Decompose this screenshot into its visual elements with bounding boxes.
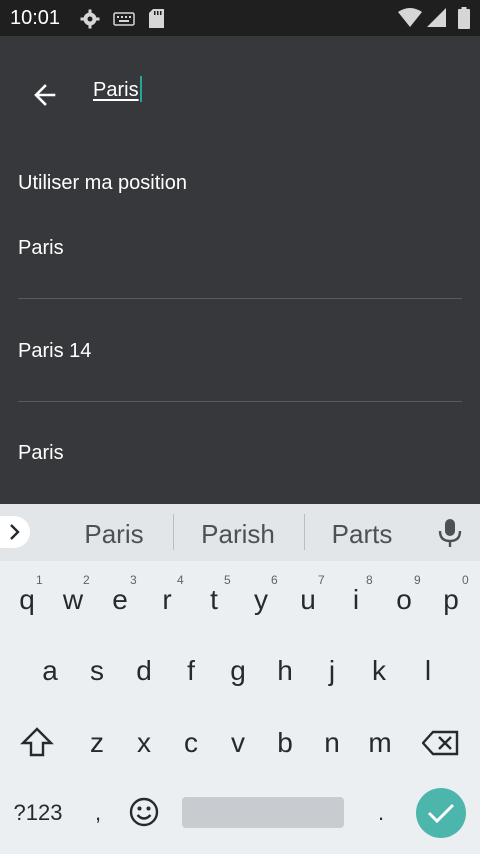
key-c[interactable]: c bbox=[171, 727, 211, 759]
settings-icon bbox=[80, 9, 100, 34]
key-hint: 9 bbox=[414, 573, 421, 587]
key-j[interactable]: j bbox=[312, 655, 352, 687]
key-o[interactable]: o bbox=[384, 584, 424, 616]
suggestion-1[interactable]: Paris bbox=[64, 519, 164, 550]
key-i[interactable]: i bbox=[336, 584, 376, 616]
symbols-key[interactable]: ?123 bbox=[8, 800, 68, 826]
key-hint: 3 bbox=[130, 573, 137, 587]
expand-chevron-icon[interactable] bbox=[0, 516, 30, 548]
key-a[interactable]: a bbox=[30, 655, 70, 687]
key-t[interactable]: t bbox=[194, 584, 234, 616]
checkmark-icon bbox=[427, 800, 455, 831]
battery-icon bbox=[458, 7, 470, 34]
sd-card-icon bbox=[149, 9, 164, 33]
key-x[interactable]: x bbox=[124, 727, 164, 759]
key-z[interactable]: z bbox=[77, 727, 117, 759]
back-arrow-icon[interactable] bbox=[28, 78, 62, 112]
keyboard: Paris Parish Parts q w e r t y u i o p 1… bbox=[0, 504, 480, 854]
key-h[interactable]: h bbox=[265, 655, 305, 687]
key-l[interactable]: l bbox=[408, 655, 448, 687]
key-m[interactable]: m bbox=[360, 727, 400, 759]
key-hint: 2 bbox=[83, 573, 90, 587]
key-u[interactable]: u bbox=[288, 584, 328, 616]
suggestion-separator bbox=[304, 514, 305, 550]
list-item[interactable]: Paris bbox=[18, 237, 64, 260]
search-input[interactable]: Paris bbox=[93, 76, 142, 102]
search-bar: Paris bbox=[0, 36, 480, 146]
key-hint: 8 bbox=[366, 573, 373, 587]
key-hint: 4 bbox=[177, 573, 184, 587]
wifi-icon bbox=[398, 8, 422, 33]
enter-button[interactable] bbox=[416, 788, 466, 838]
key-hint: 0 bbox=[462, 573, 469, 587]
key-r[interactable]: r bbox=[147, 584, 187, 616]
space-bar[interactable] bbox=[182, 797, 344, 828]
search-query: Paris bbox=[93, 79, 139, 101]
shift-icon[interactable] bbox=[20, 726, 54, 763]
suggestion-strip: Paris Parish Parts bbox=[0, 504, 480, 561]
key-q[interactable]: q bbox=[7, 584, 47, 616]
key-hint: 5 bbox=[224, 573, 231, 587]
emoji-icon[interactable] bbox=[128, 796, 160, 833]
key-b[interactable]: b bbox=[265, 727, 305, 759]
suggestion-2[interactable]: Parish bbox=[184, 519, 292, 550]
backspace-icon[interactable] bbox=[421, 730, 460, 761]
key-w[interactable]: w bbox=[53, 584, 93, 616]
list-item[interactable]: Paris 14 bbox=[18, 340, 91, 363]
period-key[interactable]: . bbox=[361, 800, 401, 826]
key-v[interactable]: v bbox=[218, 727, 258, 759]
divider bbox=[18, 298, 462, 299]
status-bar: 10:01 bbox=[0, 0, 480, 36]
signal-icon bbox=[427, 8, 447, 33]
key-s[interactable]: s bbox=[77, 655, 117, 687]
key-hint: 1 bbox=[36, 573, 43, 587]
results-list: Utiliser ma position Paris Paris 14 Pari… bbox=[0, 146, 480, 504]
key-k[interactable]: k bbox=[359, 655, 399, 687]
suggestion-3[interactable]: Parts bbox=[312, 519, 412, 550]
divider bbox=[18, 401, 462, 402]
key-e[interactable]: e bbox=[100, 584, 140, 616]
comma-key[interactable]: , bbox=[78, 800, 118, 826]
key-g[interactable]: g bbox=[218, 655, 258, 687]
status-time: 10:01 bbox=[10, 7, 61, 29]
key-f[interactable]: f bbox=[171, 655, 211, 687]
key-d[interactable]: d bbox=[124, 655, 164, 687]
microphone-icon[interactable] bbox=[437, 518, 463, 553]
key-hint: 6 bbox=[271, 573, 278, 587]
key-n[interactable]: n bbox=[312, 727, 352, 759]
key-y[interactable]: y bbox=[241, 584, 281, 616]
keyboard-icon bbox=[113, 12, 135, 31]
text-cursor bbox=[139, 76, 142, 102]
key-hint: 7 bbox=[318, 573, 325, 587]
list-item[interactable]: Paris bbox=[18, 442, 64, 465]
suggestion-separator bbox=[173, 514, 174, 550]
key-p[interactable]: p bbox=[431, 584, 471, 616]
use-my-location-item[interactable]: Utiliser ma position bbox=[18, 172, 187, 195]
